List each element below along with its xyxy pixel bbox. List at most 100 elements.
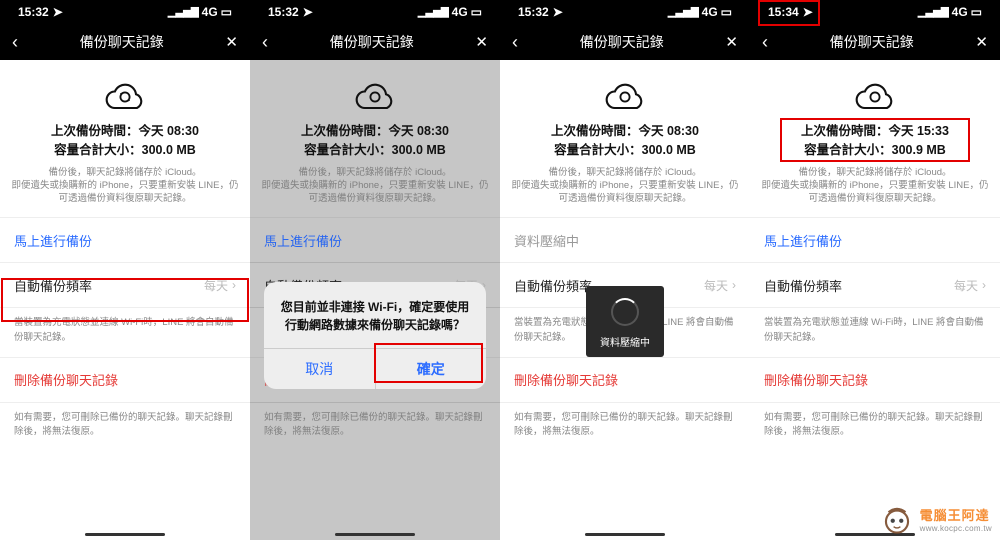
home-indicator[interactable] <box>585 533 665 536</box>
freq-label: 自動備份頻率 <box>764 276 842 295</box>
delete-note: 如有需要，您可刪除已備份的聊天記錄。聊天記錄刪除後，將無法復原。 <box>500 403 750 448</box>
cloud-icon <box>750 80 1000 114</box>
page-title: 備份聊天記錄 <box>580 32 664 52</box>
chevron-right-icon: › <box>732 278 736 292</box>
freq-value: 每天 <box>204 277 228 294</box>
auto-backup-frequency[interactable]: 自動備份頻率 每天 › <box>0 263 250 308</box>
chevron-right-icon: › <box>982 278 986 292</box>
nav-header: ‹ 備份聊天記錄 ✕ <box>250 24 500 60</box>
status-time: 15:32 <box>518 5 549 19</box>
alert-ok-button[interactable]: 確定 <box>375 349 487 389</box>
content-area: 上次備份時間：今天 08:30 容量合計大小：300.0 MB 備份後，聊天記錄… <box>500 60 750 540</box>
backup-info: 上次備份時間：今天 08:30 容量合計大小：300.0 MB 備份後，聊天記錄… <box>0 122 250 205</box>
backup-caption: 備份後，聊天記錄將儲存於 iCloud。 即便遺失或換購新的 iPhone，只要… <box>510 166 740 206</box>
compress-label-row: 資料壓縮中 <box>500 218 750 263</box>
back-button[interactable]: ‹ <box>12 33 18 51</box>
delete-backup-button[interactable]: 刪除備份聊天記錄 <box>0 358 250 403</box>
close-button[interactable]: ✕ <box>975 33 988 51</box>
page-title: 備份聊天記錄 <box>330 32 414 52</box>
panel-2: 15:32➤ ▁▃▅▇4G▭ ‹ 備份聊天記錄 ✕ 上次備份時間：今天 08:3… <box>250 0 500 540</box>
freq-label: 自動備份頻率 <box>514 276 592 295</box>
backup-caption: 備份後，聊天記錄將儲存於 iCloud。 即便遺失或換購新的 iPhone，只要… <box>760 166 990 206</box>
signal-icon: ▁▃▅▇ <box>168 7 199 18</box>
battery-icon: ▭ <box>971 5 982 19</box>
backup-size: 容量合計大小：300.9 MB <box>760 141 990 160</box>
cloud-icon <box>0 80 250 114</box>
location-arrow-icon: ➤ <box>53 5 63 19</box>
status-bar: 15:32➤ ▁▃▅▇4G▭ <box>250 0 500 24</box>
backup-caption: 備份後，聊天記錄將儲存於 iCloud。 即便遺失或換購新的 iPhone，只要… <box>260 166 490 206</box>
close-button[interactable]: ✕ <box>225 33 238 51</box>
back-button[interactable]: ‹ <box>262 33 268 51</box>
freq-label: 自動備份頻率 <box>14 276 92 295</box>
backup-size: 容量合計大小：300.0 MB <box>10 141 240 160</box>
loader-text: 資料壓縮中 <box>586 334 664 349</box>
last-backup-time: 上次備份時間：今天 15:33 <box>760 122 990 141</box>
last-backup-time: 上次備份時間：今天 08:30 <box>260 122 490 141</box>
delete-backup-button[interactable]: 刪除備份聊天記錄 <box>500 358 750 403</box>
last-backup-time: 上次備份時間：今天 08:30 <box>10 122 240 141</box>
backup-now-button[interactable]: 馬上進行備份 <box>750 218 1000 263</box>
backup-info: 上次備份時間：今天 08:30 容量合計大小：300.0 MB 備份後，聊天記錄… <box>250 122 500 205</box>
network-label: 4G <box>452 5 468 19</box>
battery-icon: ▭ <box>471 5 482 19</box>
watermark-url: www.kocpc.com.tw <box>920 524 992 533</box>
page-title: 備份聊天記錄 <box>80 32 164 52</box>
network-label: 4G <box>702 5 718 19</box>
status-bar: 15:32➤ ▁▃▅▇4G▭ <box>500 0 750 24</box>
backup-now-button[interactable]: 馬上進行備份 <box>0 218 250 263</box>
back-button[interactable]: ‹ <box>512 33 518 51</box>
delete-note: 如有需要，您可刪除已備份的聊天記錄。聊天記錄刪除後，將無法復原。 <box>250 403 500 448</box>
delete-note: 如有需要，您可刪除已備份的聊天記錄。聊天記錄刪除後，將無法復原。 <box>0 403 250 448</box>
cloud-icon <box>250 80 500 114</box>
delete-note: 如有需要，您可刪除已備份的聊天記錄。聊天記錄刪除後，將無法復原。 <box>750 403 1000 448</box>
home-indicator[interactable] <box>85 533 165 536</box>
status-bar: 15:34 ➤ ▁▃▅▇4G▭ <box>750 0 1000 24</box>
signal-icon: ▁▃▅▇ <box>418 7 449 18</box>
content-area: 上次備份時間：今天 08:30 容量合計大小：300.0 MB 備份後，聊天記錄… <box>0 60 250 540</box>
auto-backup-frequency[interactable]: 自動備份頻率 每天 › <box>750 263 1000 308</box>
location-arrow-icon: ➤ <box>803 5 813 19</box>
close-button[interactable]: ✕ <box>725 33 738 51</box>
status-time: 15:34 <box>768 5 799 19</box>
last-backup-time: 上次備份時間：今天 08:30 <box>510 122 740 141</box>
wifi-alert: 您目前並非連接 Wi-Fi，確定要使用行動網路數據來備份聊天記錄嗎？ 取消 確定 <box>264 282 486 389</box>
content-area: 上次備份時間：今天 15:33 容量合計大小：300.9 MB 備份後，聊天記錄… <box>750 60 1000 540</box>
signal-icon: ▁▃▅▇ <box>668 7 699 18</box>
auto-backup-note: 當裝置為充電狀態並連線 Wi-Fi時，LINE 將會自動備份聊天記錄。 <box>750 308 1000 353</box>
home-indicator[interactable] <box>335 533 415 536</box>
signal-icon: ▁▃▅▇ <box>918 7 949 18</box>
nav-header: ‹ 備份聊天記錄 ✕ <box>500 24 750 60</box>
status-bar: 15:32 ➤ ▁▃▅▇4G▭ <box>0 0 250 24</box>
delete-backup-button[interactable]: 刪除備份聊天記錄 <box>750 358 1000 403</box>
backup-now-button[interactable]: 馬上進行備份 <box>250 218 500 263</box>
battery-icon: ▭ <box>221 5 232 19</box>
battery-icon: ▭ <box>721 5 732 19</box>
freq-value: 每天 <box>704 277 728 294</box>
backup-info: 上次備份時間：今天 08:30 容量合計大小：300.0 MB 備份後，聊天記錄… <box>500 122 750 205</box>
watermark-title: 電腦王阿達 <box>920 505 990 524</box>
backup-size: 容量合計大小：300.0 MB <box>260 141 490 160</box>
panel-4: 15:34➤ ▁▃▅▇4G▭ ‹ 備份聊天記錄 ✕ 上次備份時間：今天 15:3… <box>750 0 1000 540</box>
alert-message: 您目前並非連接 Wi-Fi，確定要使用行動網路數據來備份聊天記錄嗎？ <box>264 282 486 348</box>
network-label: 4G <box>202 5 218 19</box>
backup-size: 容量合計大小：300.0 MB <box>510 141 740 160</box>
nav-header: ‹ 備份聊天記錄 ✕ <box>0 24 250 60</box>
backup-info: 上次備份時間：今天 15:33 容量合計大小：300.9 MB 備份後，聊天記錄… <box>750 122 1000 205</box>
watermark: 電腦王阿達 www.kocpc.com.tw <box>880 502 992 536</box>
back-button[interactable]: ‹ <box>762 33 768 51</box>
panel-3: 15:32➤ ▁▃▅▇4G▭ ‹ 備份聊天記錄 ✕ 上次備份時間：今天 08:3… <box>500 0 750 540</box>
close-button[interactable]: ✕ <box>475 33 488 51</box>
cloud-icon <box>500 80 750 114</box>
chevron-right-icon: › <box>232 278 236 292</box>
panel-1: 15:32 ➤ ▁▃▅▇4G▭ ‹ 備份聊天記錄 ✕ 上次備份時間：今天 08:3… <box>0 0 250 540</box>
compress-loader: 資料壓縮中 <box>586 286 664 357</box>
content-area: 上次備份時間：今天 08:30 容量合計大小：300.0 MB 備份後，聊天記錄… <box>250 60 500 540</box>
spinner-icon <box>611 298 639 326</box>
status-time: 15:32 <box>18 5 49 19</box>
network-label: 4G <box>952 5 968 19</box>
freq-value: 每天 <box>954 277 978 294</box>
backup-caption: 備份後，聊天記錄將儲存於 iCloud。 即便遺失或換購新的 iPhone，只要… <box>10 166 240 206</box>
alert-cancel-button[interactable]: 取消 <box>264 349 375 389</box>
mascot-icon <box>880 502 914 536</box>
